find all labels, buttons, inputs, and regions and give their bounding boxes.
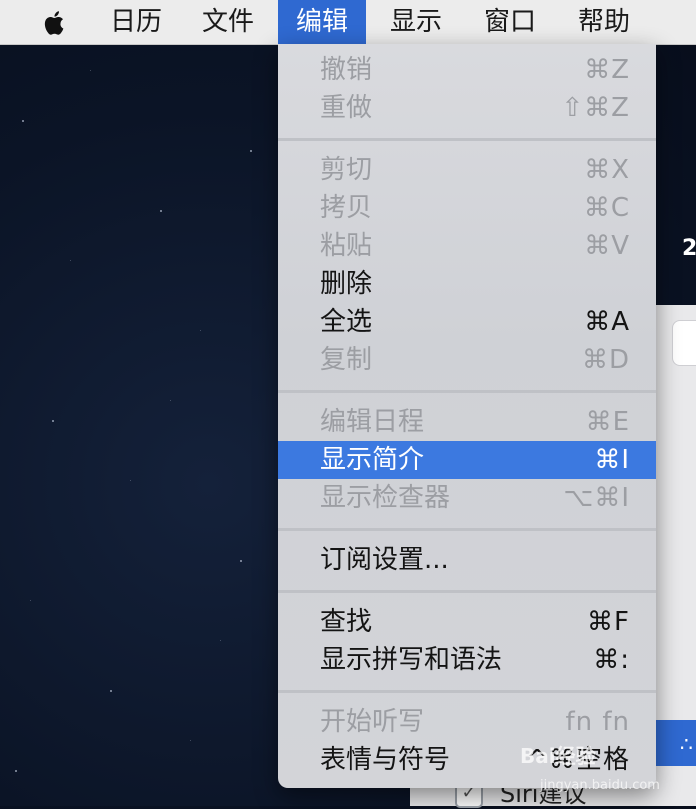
menu-item-show-inspector[interactable]: 显示检查器 ⌥⌘I bbox=[278, 479, 656, 517]
menu-item-get-info[interactable]: 显示简介 ⌘I bbox=[278, 441, 656, 479]
menu-item-spelling-grammar[interactable]: 显示拼写和语法 ⌘: bbox=[278, 641, 656, 679]
menu-item-delete[interactable]: 删除 bbox=[278, 265, 656, 303]
baidu-watermark: Bai经验 bbox=[520, 744, 596, 768]
menu-item-undo[interactable]: 撤销 ⌘Z bbox=[278, 51, 656, 89]
menu-item-emoji-symbols[interactable]: 表情与符号 ^⌘空格 bbox=[278, 741, 656, 779]
menu-bar: 日历 文件 编辑 显示 窗口 帮助 bbox=[0, 0, 696, 45]
menu-separator bbox=[278, 528, 656, 531]
menu-window[interactable]: 窗口 bbox=[466, 0, 554, 44]
menu-separator bbox=[278, 390, 656, 393]
baidu-watermark-url: jingyan.baidu.com bbox=[540, 778, 660, 793]
menu-calendar[interactable]: 日历 bbox=[92, 0, 180, 44]
menu-view[interactable]: 显示 bbox=[372, 0, 460, 44]
menu-item-copy[interactable]: 拷贝 ⌘C bbox=[278, 189, 656, 227]
menu-item-edit-event[interactable]: 编辑日程 ⌘E bbox=[278, 403, 656, 441]
menu-item-duplicate[interactable]: 复制 ⌘D bbox=[278, 341, 656, 379]
menu-separator bbox=[278, 690, 656, 693]
menu-item-subscription-settings[interactable]: 订阅设置... bbox=[278, 541, 656, 579]
menu-item-paste[interactable]: 粘贴 ⌘V bbox=[278, 227, 656, 265]
menu-separator bbox=[278, 590, 656, 593]
menu-item-start-dictation[interactable]: 开始听写 fn fn bbox=[278, 703, 656, 741]
background-app-glyph: ∴ bbox=[680, 732, 693, 756]
menu-edit[interactable]: 编辑 bbox=[278, 0, 367, 44]
menu-item-select-all[interactable]: 全选 ⌘A bbox=[278, 303, 656, 341]
background-date-number: 2 bbox=[682, 236, 696, 261]
background-app-field[interactable] bbox=[672, 320, 696, 366]
menu-help[interactable]: 帮助 bbox=[560, 0, 648, 44]
menu-item-redo[interactable]: 重做 ⇧⌘Z bbox=[278, 89, 656, 127]
menu-item-find[interactable]: 查找 ⌘F bbox=[278, 603, 656, 641]
edit-menu-dropdown: 撤销 ⌘Z 重做 ⇧⌘Z 剪切 ⌘X 拷贝 ⌘C 粘贴 ⌘V 删除 全选 ⌘A … bbox=[278, 44, 656, 788]
menu-file[interactable]: 文件 bbox=[184, 0, 272, 44]
menu-separator bbox=[278, 138, 656, 141]
menu-item-cut[interactable]: 剪切 ⌘X bbox=[278, 151, 656, 189]
background-app-panel bbox=[656, 305, 696, 765]
apple-logo-icon[interactable] bbox=[40, 8, 70, 38]
